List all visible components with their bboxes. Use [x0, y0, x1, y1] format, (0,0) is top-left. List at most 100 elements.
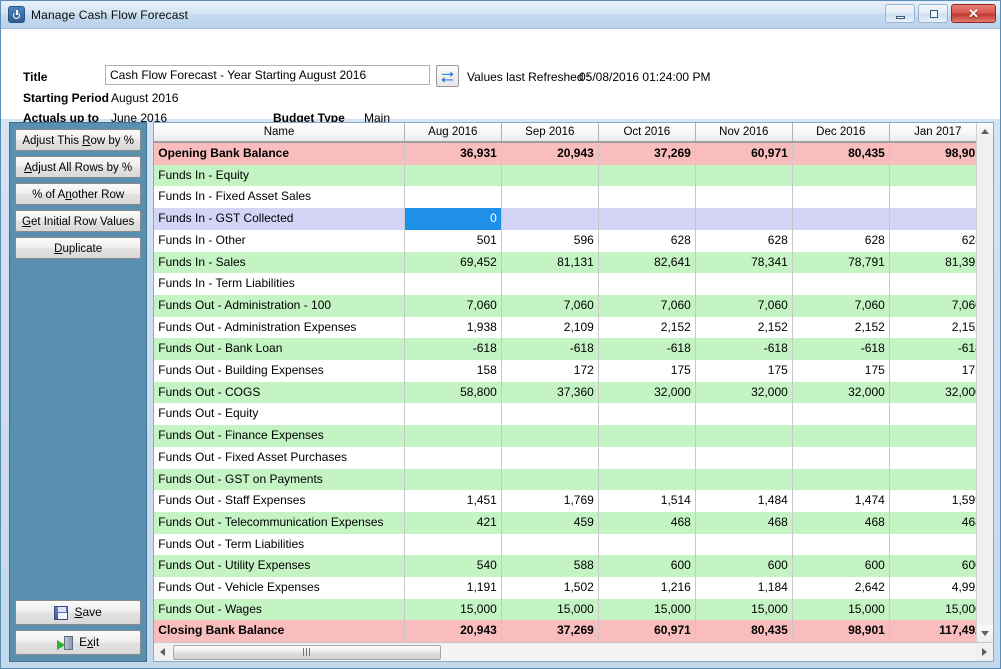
row-name-cell[interactable]: Funds Out - Administration Expenses [154, 316, 405, 339]
value-cell[interactable]: 175 [695, 360, 793, 382]
row-name-cell[interactable]: Funds In - Fixed Asset Sales [154, 186, 405, 209]
column-header-aug-2016[interactable]: Aug 2016 [404, 123, 502, 143]
save-button[interactable]: Save [15, 600, 142, 626]
value-cell[interactable] [404, 273, 502, 295]
value-cell[interactable]: 588 [501, 555, 599, 578]
column-header-nov-2016[interactable]: Nov 2016 [695, 123, 793, 143]
value-cell[interactable]: 15,000 [501, 598, 599, 621]
value-cell[interactable] [889, 468, 976, 491]
value-cell[interactable]: 1,216 [598, 577, 696, 599]
value-cell[interactable]: 117,492 [889, 620, 976, 643]
vertical-scroll-track[interactable] [976, 140, 993, 626]
row-name-cell[interactable]: Funds Out - Bank Loan [154, 338, 405, 361]
value-cell[interactable]: 600 [889, 555, 976, 578]
value-cell[interactable] [404, 468, 502, 491]
value-cell[interactable]: 4,992 [889, 577, 976, 599]
value-cell[interactable]: 37,360 [501, 381, 599, 404]
value-cell[interactable]: 158 [404, 360, 502, 382]
value-cell[interactable]: 80,435 [792, 142, 890, 165]
value-cell[interactable]: 468 [598, 511, 696, 534]
value-cell[interactable]: 1,599 [889, 490, 976, 512]
table-row[interactable]: Funds Out - Staff Expenses 1,451 1,769 1,51… [154, 490, 976, 512]
row-name-cell[interactable]: Funds Out - Staff Expenses [154, 490, 405, 512]
value-cell[interactable]: 15,000 [404, 598, 502, 621]
value-cell[interactable] [598, 446, 696, 469]
value-cell[interactable] [792, 208, 890, 230]
value-cell[interactable]: 1,514 [598, 490, 696, 512]
value-cell[interactable]: 421 [404, 511, 502, 534]
value-cell[interactable] [404, 425, 502, 447]
table-row[interactable]: Funds Out - Equity [154, 403, 976, 426]
value-cell[interactable] [695, 468, 793, 491]
value-cell[interactable] [792, 425, 890, 447]
value-cell[interactable]: 628 [889, 229, 976, 252]
table-row[interactable]: Funds Out - Administration - 100 7,060 7,0… [154, 294, 976, 317]
row-name-cell[interactable]: Funds Out - Term Liabilities [154, 533, 405, 556]
row-name-cell[interactable]: Funds Out - Vehicle Expenses [154, 577, 405, 599]
value-cell[interactable] [792, 403, 890, 426]
value-cell[interactable] [695, 273, 793, 295]
refresh-button[interactable] [436, 65, 459, 87]
value-cell[interactable]: 1,474 [792, 490, 890, 512]
value-cell[interactable] [695, 186, 793, 209]
column-header-dec-2016[interactable]: Dec 2016 [792, 123, 890, 143]
adjust-this-row-by-percent-button[interactable]: Adjust This Row by % [15, 129, 142, 151]
value-cell[interactable] [598, 164, 696, 187]
value-cell[interactable]: 32,000 [792, 381, 890, 404]
value-cell[interactable] [598, 186, 696, 209]
close-button[interactable]: ✕ [951, 4, 996, 23]
value-cell[interactable]: 7,060 [598, 294, 696, 317]
value-cell[interactable] [501, 446, 599, 469]
value-cell[interactable] [889, 425, 976, 447]
value-cell[interactable] [695, 208, 793, 230]
value-cell[interactable]: -618 [792, 338, 890, 361]
value-cell[interactable]: 628 [792, 229, 890, 252]
exit-button[interactable]: Exit [15, 630, 142, 656]
row-name-cell[interactable]: Funds In - GST Collected [154, 208, 405, 230]
minimize-button[interactable] [885, 4, 915, 23]
table-row[interactable]: Funds Out - Telecommunication Expenses 42… [154, 511, 976, 534]
row-name-cell[interactable]: Funds Out - Building Expenses [154, 360, 405, 382]
value-cell[interactable]: 2,152 [889, 316, 976, 339]
value-cell[interactable]: 628 [695, 229, 793, 252]
column-header-name[interactable]: Name [154, 123, 405, 143]
adjust-all-rows-by-percent-button[interactable]: Adjust All Rows by % [15, 156, 142, 178]
value-cell[interactable]: 2,152 [695, 316, 793, 339]
value-cell[interactable]: 468 [792, 511, 890, 534]
value-cell[interactable]: 468 [695, 511, 793, 534]
value-cell[interactable] [501, 273, 599, 295]
value-cell[interactable] [501, 425, 599, 447]
value-cell[interactable]: 7,060 [695, 294, 793, 317]
value-cell[interactable]: 175 [889, 360, 976, 382]
value-cell[interactable]: 2,152 [792, 316, 890, 339]
horizontal-scrollbar[interactable] [154, 642, 993, 662]
value-cell[interactable]: 172 [501, 360, 599, 382]
value-cell[interactable] [695, 403, 793, 426]
value-cell[interactable]: -618 [501, 338, 599, 361]
row-name-cell[interactable]: Funds Out - Equity [154, 403, 405, 426]
table-row[interactable]: Closing Bank Balance 20,943 37,269 60,971 80… [154, 620, 976, 643]
value-cell[interactable]: 60,971 [695, 142, 793, 165]
table-row[interactable]: Funds Out - Wages 15,000 15,000 15,000 15,00… [154, 598, 976, 621]
value-cell[interactable]: 81,391 [889, 251, 976, 274]
table-row[interactable]: Opening Bank Balance 36,931 20,943 37,269 60… [154, 142, 976, 165]
column-header-oct-2016[interactable]: Oct 2016 [598, 123, 696, 143]
value-cell[interactable]: 69,452 [404, 251, 502, 274]
vertical-scrollbar[interactable] [975, 123, 993, 643]
value-cell[interactable] [404, 164, 502, 187]
value-cell[interactable]: -618 [598, 338, 696, 361]
maximize-button[interactable] [918, 4, 948, 23]
value-cell[interactable] [501, 468, 599, 491]
value-cell[interactable]: 540 [404, 555, 502, 578]
row-name-cell[interactable]: Funds Out - Administration - 100 [154, 294, 405, 317]
value-cell[interactable] [792, 186, 890, 209]
percent-of-another-row-button[interactable]: % of Another Row [15, 183, 142, 205]
value-cell[interactable]: 36,931 [404, 142, 502, 165]
title-input[interactable] [105, 65, 430, 85]
table-row[interactable]: Funds Out - Utility Expenses 540 588 600 600… [154, 555, 976, 578]
value-cell[interactable]: 98,901 [792, 620, 890, 643]
value-cell[interactable]: 468 [889, 511, 976, 534]
value-cell[interactable]: 1,184 [695, 577, 793, 599]
value-cell[interactable] [792, 533, 890, 556]
table-row[interactable]: Funds Out - Administration Expenses 1,938… [154, 316, 976, 339]
